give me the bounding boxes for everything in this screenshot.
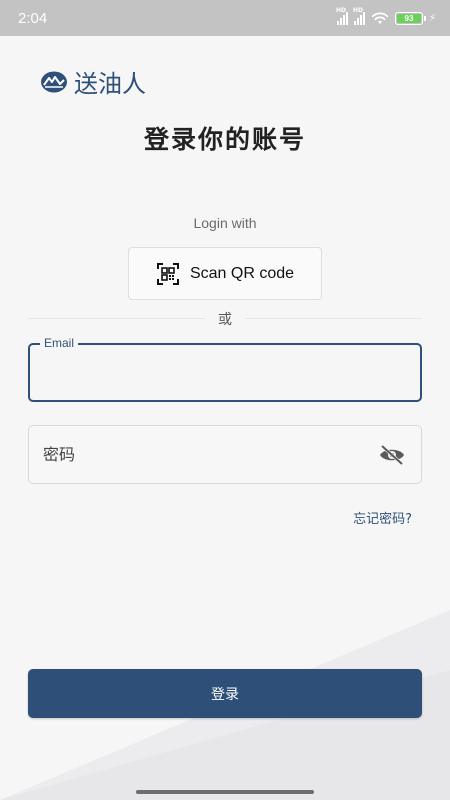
status-bar: 2:04 HD HD 93 ⚡ xyxy=(0,0,450,36)
charging-icon: ⚡ xyxy=(428,12,436,24)
home-indicator[interactable] xyxy=(136,790,314,794)
battery-level: 93 xyxy=(404,13,414,23)
page-title: 登录你的账号 xyxy=(143,125,306,154)
scan-qr-label: Scan QR code xyxy=(189,264,295,282)
signal-icon: HD xyxy=(336,7,348,25)
login-with-label: Login with xyxy=(193,215,257,231)
or-text: 或 xyxy=(205,309,245,329)
login-button[interactable]: 登录 xyxy=(28,669,422,718)
email-input[interactable] xyxy=(30,345,420,400)
email-label: Email xyxy=(40,336,79,350)
status-icons: HD HD 93 ⚡ xyxy=(336,7,436,25)
email-field[interactable]: Email xyxy=(28,336,422,402)
brand-header: 送油人 xyxy=(40,64,146,99)
password-input[interactable] xyxy=(29,426,377,483)
wifi-icon xyxy=(371,12,389,24)
brand-name: 送油人 xyxy=(74,70,146,98)
eye-off-icon xyxy=(380,444,404,465)
scan-qr-button[interactable]: Scan QR code xyxy=(128,247,322,300)
forgot-password-link[interactable]: 忘记密码? xyxy=(353,508,412,527)
password-visibility-toggle[interactable] xyxy=(377,443,407,467)
password-field[interactable] xyxy=(28,425,422,484)
battery-icon: 93 xyxy=(394,11,426,25)
mountain-logo-icon xyxy=(41,71,67,92)
status-time: 2:04 xyxy=(18,9,48,27)
qr-code-icon xyxy=(156,262,179,285)
signal-icon-2: HD xyxy=(353,7,365,25)
